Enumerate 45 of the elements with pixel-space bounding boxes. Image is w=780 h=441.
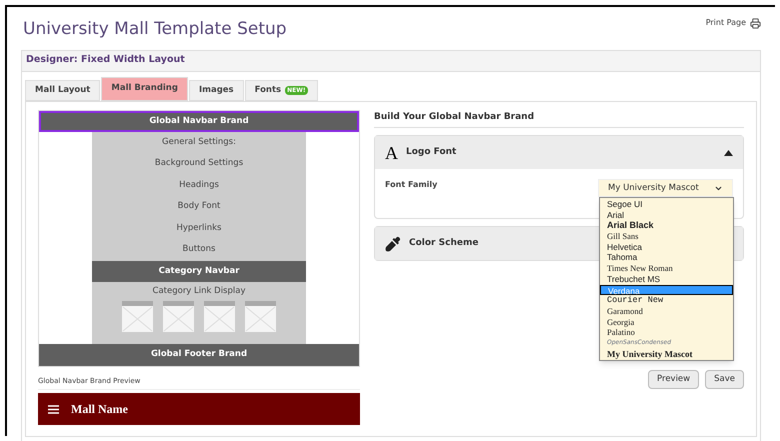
action-button[interactable]: Preview xyxy=(648,370,700,388)
font-option[interactable]: Segoe UI xyxy=(600,199,733,210)
settings-item[interactable]: Headings xyxy=(179,174,219,196)
font-letter-icon: A xyxy=(385,144,398,162)
font-option[interactable]: Trebuchet MS xyxy=(600,274,733,284)
font-option[interactable]: Arial xyxy=(600,210,733,220)
section-title: Color Scheme xyxy=(409,236,478,250)
builder-heading: Build Your Global Navbar Brand xyxy=(374,110,744,128)
settings-item[interactable]: Hyperlinks xyxy=(176,218,222,239)
print-link[interactable]: Print Page xyxy=(706,17,761,29)
font-option[interactable]: Helvetica xyxy=(600,242,733,252)
font-option[interactable]: Times New Roman xyxy=(600,263,733,274)
tab[interactable]: Images xyxy=(188,80,244,100)
category-navbar-bar[interactable]: Category Navbar xyxy=(92,260,306,282)
eyedropper-icon xyxy=(385,236,401,252)
tab[interactable]: Mall Layout xyxy=(25,80,100,100)
image-placeholder-icon xyxy=(122,300,153,332)
field-label: Font Family xyxy=(385,179,438,191)
settings-item[interactable]: Background Settings xyxy=(154,153,244,174)
printer-icon xyxy=(750,18,761,28)
mall-name: Mall Name xyxy=(71,401,128,418)
font-option[interactable]: Garamond xyxy=(600,306,733,317)
category-link-caption: Category Link Display xyxy=(152,284,246,298)
tab[interactable]: Mall Branding xyxy=(101,76,188,100)
font-option[interactable]: Georgia xyxy=(600,316,733,328)
image-placeholder-icon xyxy=(204,300,235,332)
font-family-select[interactable]: My University Mascot xyxy=(598,179,733,197)
font-option[interactable]: My University Mascot xyxy=(600,348,733,360)
panel-title: Designer: Fixed Width Layout xyxy=(26,53,185,68)
font-option[interactable]: Gill Sans xyxy=(600,231,733,242)
image-placeholder-icon xyxy=(245,300,276,332)
settings-item[interactable]: Body Font xyxy=(178,196,220,218)
collapse-arrow-icon xyxy=(724,150,733,156)
font-option[interactable]: Palatino xyxy=(600,327,733,338)
settings-item[interactable]: General Settings: xyxy=(162,132,236,153)
accordion-header[interactable]: A Logo Font xyxy=(375,136,743,169)
navbar-brand-bar[interactable]: Global Navbar Brand xyxy=(39,110,359,132)
footer-brand-bar[interactable]: Global Footer Brand xyxy=(39,344,359,366)
menu-icon xyxy=(48,404,59,414)
action-button[interactable]: Save xyxy=(705,370,744,388)
settings-item[interactable]: Buttons xyxy=(182,239,216,260)
section-title: Logo Font xyxy=(406,146,456,159)
font-option[interactable]: Courier New xyxy=(600,295,733,306)
page-title: University Mall Template Setup xyxy=(23,18,287,41)
image-placeholder-icon xyxy=(163,300,194,332)
